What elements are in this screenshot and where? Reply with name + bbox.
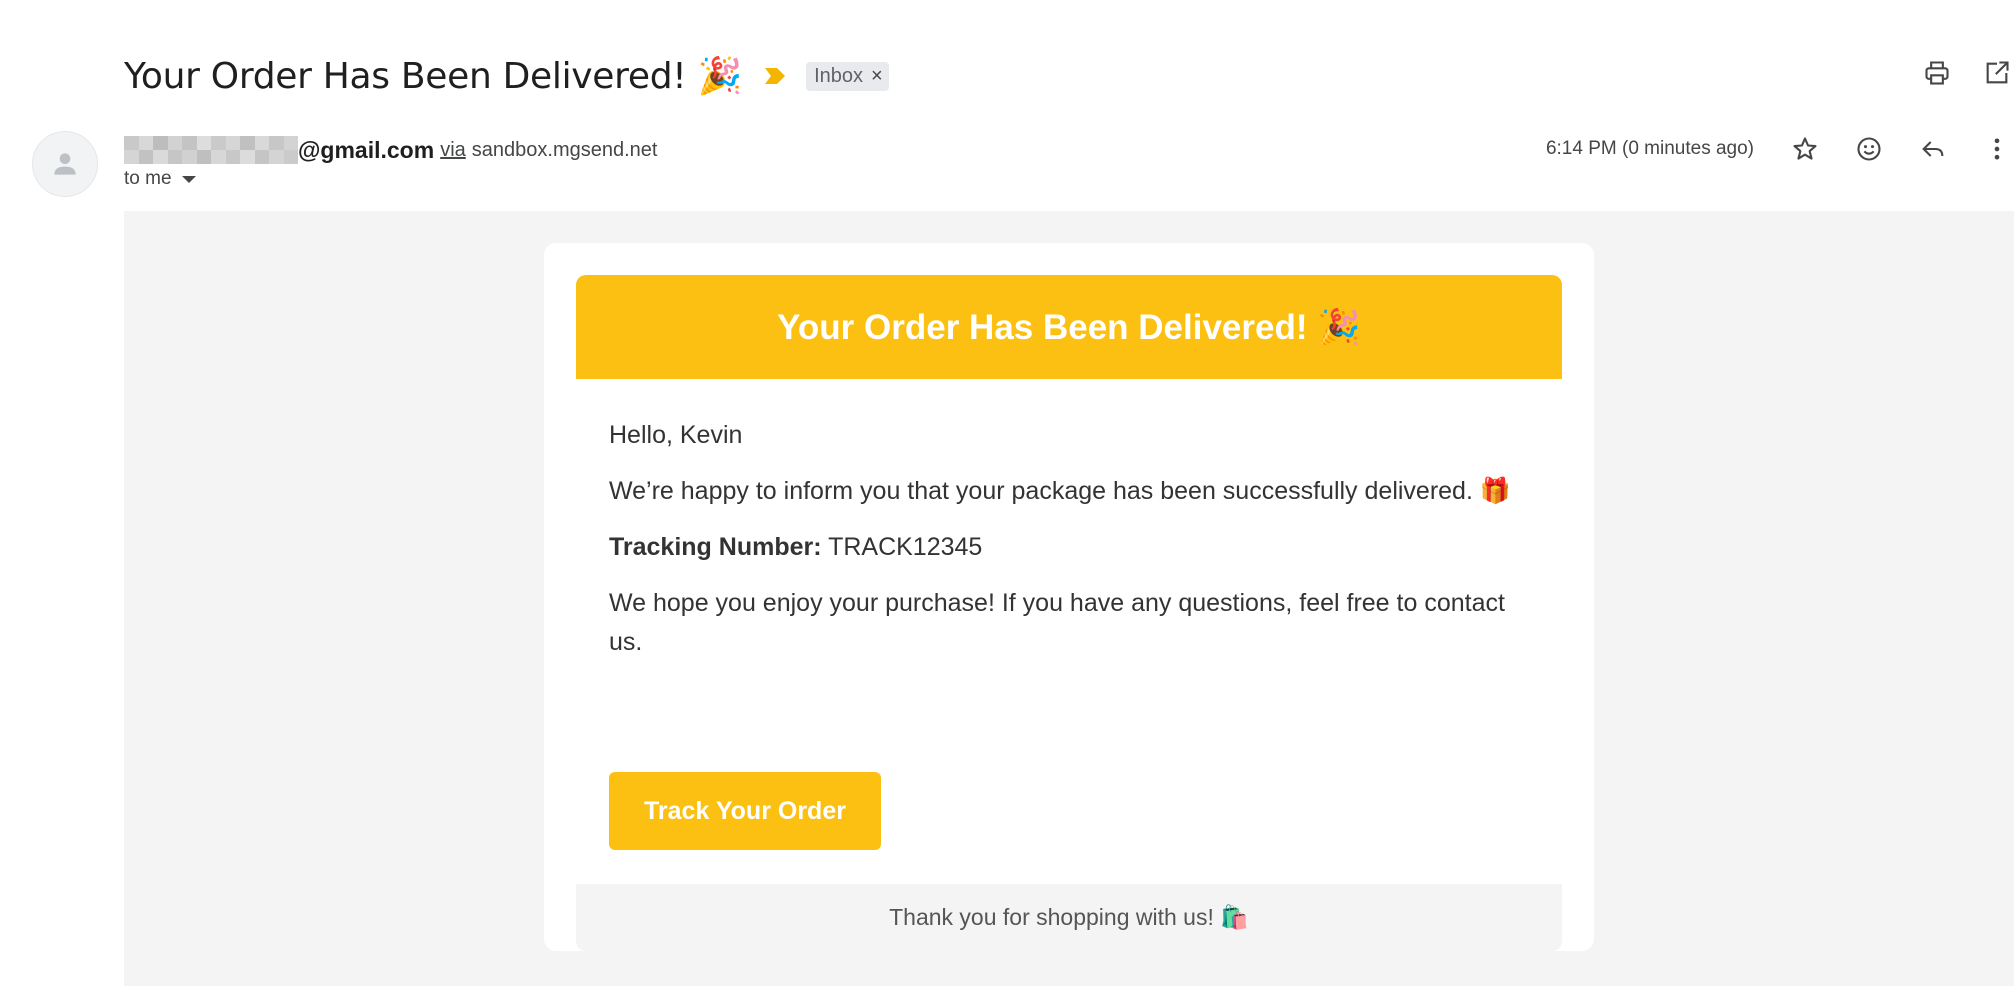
redacted-sender-name xyxy=(124,136,298,164)
inbox-label-text: Inbox xyxy=(814,64,863,87)
inbox-label-chip[interactable]: Inbox × xyxy=(806,61,889,91)
open-in-new-window-icon[interactable] xyxy=(1980,56,2014,90)
emoji-reaction-icon[interactable] xyxy=(1852,132,1886,166)
email-footer: Thank you for shopping with us! 🛍️ xyxy=(576,884,1562,951)
recipient-text: to me xyxy=(124,168,172,189)
remove-label-icon[interactable]: × xyxy=(871,66,883,86)
message-timestamp: 6:14 PM (0 minutes ago) xyxy=(1545,138,1754,159)
email-card: Your Order Has Been Delivered! 🎉 Hello, … xyxy=(544,243,1594,951)
via-domain: sandbox.mgsend.net xyxy=(471,138,658,161)
via-link[interactable]: via xyxy=(440,139,466,162)
message-body: Your Order Has Been Delivered! 🎉 Hello, … xyxy=(124,211,2014,986)
importance-marker-icon[interactable] xyxy=(764,67,786,85)
intro-text: We’re happy to inform you that your pack… xyxy=(609,477,1511,505)
recipient-details-toggle[interactable]: to me xyxy=(124,168,196,190)
top-actions xyxy=(1920,56,2014,90)
subject-row: Your Order Has Been Delivered! 🎉 Inbox × xyxy=(124,48,889,104)
banner-title: Your Order Has Been Delivered! 🎉 xyxy=(777,307,1361,347)
more-options-icon[interactable] xyxy=(1980,132,2014,166)
sender-avatar[interactable] xyxy=(32,131,98,197)
default-avatar-icon xyxy=(54,153,76,175)
star-icon[interactable] xyxy=(1788,132,1822,166)
track-order-button[interactable]: Track Your Order xyxy=(609,772,881,850)
footer-text: Thank you for shopping with us! 🛍️ xyxy=(889,904,1249,930)
email-content: Hello, Kevin We’re happy to inform you t… xyxy=(609,416,1529,679)
greeting: Hello, Kevin xyxy=(609,421,743,449)
tracking-number: TRACK12345 xyxy=(828,533,983,561)
chevron-down-icon xyxy=(181,175,196,183)
sender-line: @gmail.com via sandbox.mgsend.net xyxy=(124,133,657,167)
email-view: Your Order Has Been Delivered! 🎉 Inbox × xyxy=(0,0,2014,986)
sender-email[interactable]: @gmail.com xyxy=(298,137,434,164)
message-actions: 6:14 PM (0 minutes ago) xyxy=(1546,131,2014,167)
print-icon[interactable] xyxy=(1920,56,1954,90)
email-banner: Your Order Has Been Delivered! 🎉 xyxy=(576,275,1562,379)
email-subject: Your Order Has Been Delivered! 🎉 xyxy=(124,56,743,97)
closing-text: We hope you enjoy your purchase! If you … xyxy=(609,589,1505,656)
tracking-label: Tracking Number: xyxy=(609,533,822,561)
tracking-line: Tracking Number: TRACK12345 xyxy=(609,528,1529,567)
reply-icon[interactable] xyxy=(1916,132,1950,166)
